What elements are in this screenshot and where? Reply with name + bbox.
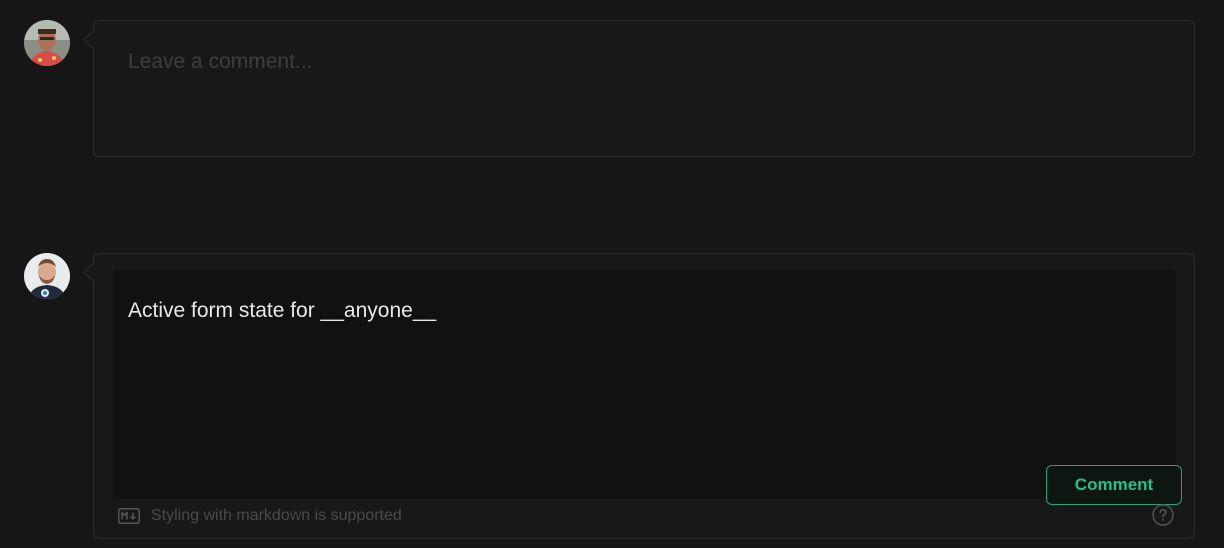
markdown-hint: Styling with markdown is supported xyxy=(118,505,402,527)
markdown-icon xyxy=(118,508,140,524)
user-avatar xyxy=(24,253,70,299)
markdown-hint-text: Styling with markdown is supported xyxy=(151,507,402,524)
new-comment-box[interactable]: Leave a comment... xyxy=(93,20,1195,157)
comment-input-text[interactable]: Active form state for __anyone__ xyxy=(128,299,436,323)
comment-submit-button[interactable]: Comment xyxy=(1046,465,1182,505)
comment-placeholder[interactable]: Leave a comment... xyxy=(128,50,312,74)
comment-textarea[interactable]: Active form state for __anyone__ Comment xyxy=(113,270,1182,505)
active-comment-box: Active form state for __anyone__ Comment… xyxy=(93,253,1195,539)
help-icon[interactable] xyxy=(1152,504,1174,526)
user-avatar xyxy=(24,20,70,66)
